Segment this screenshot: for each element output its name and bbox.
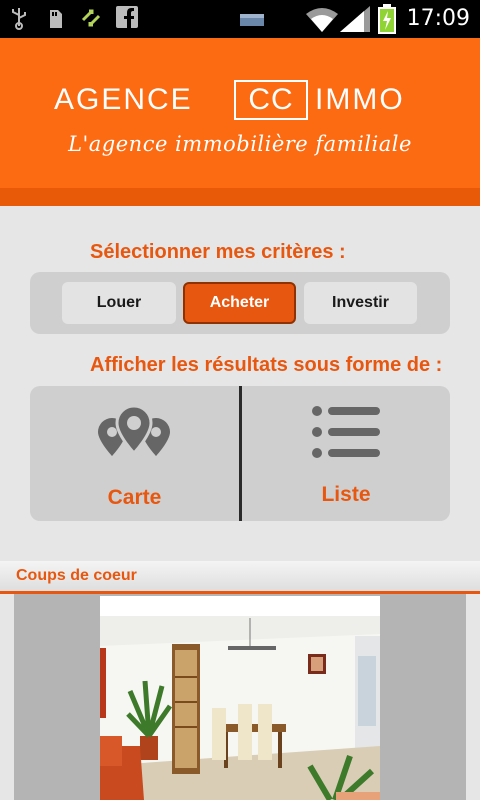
property-photo[interactable] <box>100 596 380 800</box>
sync-arrows-icon <box>81 9 101 27</box>
list-icon <box>312 406 380 458</box>
status-time: 17:09 <box>406 6 470 31</box>
agency-tagline: L'agence immobilière familiale <box>68 132 412 156</box>
criteria-segmented-control: Louer Acheter Investir <box>30 272 450 334</box>
list-view-button[interactable]: Liste <box>242 386 450 521</box>
acheter-button[interactable]: Acheter <box>183 282 296 324</box>
signal-icon <box>340 6 370 32</box>
logo-word-agence: AGENCE <box>54 83 193 116</box>
wifi-icon <box>306 8 338 32</box>
facebook-icon <box>116 6 138 28</box>
map-view-label: Carte <box>107 486 162 509</box>
favorites-carousel[interactable] <box>14 594 466 800</box>
logo-box-cc: CC <box>234 80 308 120</box>
map-view-button[interactable]: Carte <box>30 386 239 521</box>
display-title: Afficher les résultats sous forme de : <box>90 354 443 376</box>
battery-charging-icon <box>378 4 396 34</box>
investir-button[interactable]: Investir <box>304 282 417 324</box>
display-mode-selector: Carte Liste <box>30 386 450 521</box>
battery-small-icon <box>240 14 264 26</box>
map-pins-icon <box>98 404 170 456</box>
agency-logo: AGENCE CC IMMO <box>0 80 480 124</box>
usb-icon <box>12 8 26 30</box>
sd-card-icon <box>50 10 62 28</box>
status-bar: 17:09 <box>0 0 480 38</box>
header-band <box>0 188 480 206</box>
logo-word-immo: IMMO <box>315 83 405 116</box>
list-view-label: Liste <box>321 483 371 506</box>
favorites-header: Coups de coeur <box>0 561 480 591</box>
criteria-title: Sélectionner mes critères : <box>90 241 346 263</box>
favorites-title: Coups de coeur <box>16 567 137 584</box>
louer-button[interactable]: Louer <box>62 282 176 324</box>
